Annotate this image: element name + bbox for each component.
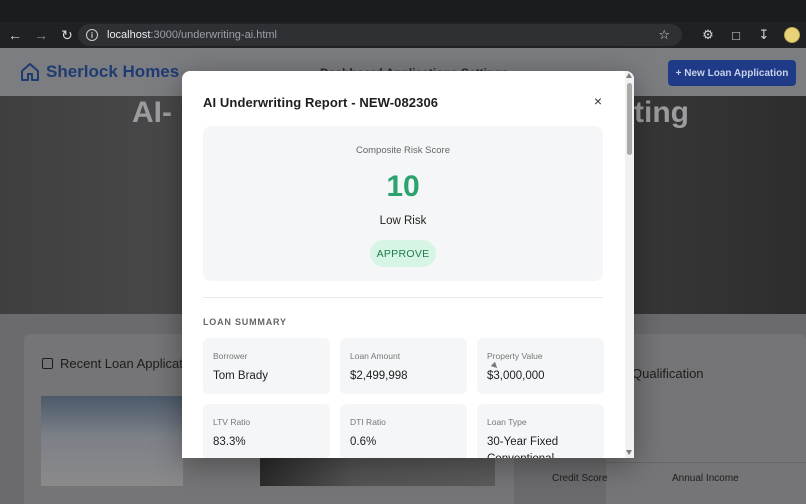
property-thumbnail[interactable]	[41, 396, 183, 486]
reload-icon[interactable]: ↻	[56, 24, 78, 46]
score-value: 10	[386, 170, 420, 203]
forward-icon[interactable]: →	[30, 24, 52, 46]
brand-logo[interactable]: Sherlock Homes	[20, 62, 179, 82]
profile-avatar[interactable]	[784, 27, 800, 43]
qualification-card: Qualification Credit Score Annual Income	[552, 334, 806, 504]
modal-scrollbar[interactable]	[625, 71, 634, 458]
risk-score-panel: Composite Risk Score 10 Low Risk APPROVE	[203, 126, 603, 281]
tile-value: 0.6%	[350, 436, 377, 448]
new-loan-application-button[interactable]: + New Loan Application	[668, 60, 796, 86]
scroll-up-icon[interactable]	[626, 73, 632, 78]
summary-tile-ltv-ratio: LTV Ratio 83.3%	[203, 404, 330, 458]
tab-strip	[0, 0, 806, 22]
col-annual-income: Annual Income	[672, 473, 739, 484]
house-icon	[21, 63, 39, 81]
hero-title-right: ting	[634, 96, 689, 129]
recent-applications-label: Recent Loan Applicat	[60, 356, 183, 371]
address-bar[interactable]: i localhost:3000/underwriting-ai.html ☆	[78, 24, 682, 46]
extensions-icon[interactable]: ⚙	[694, 22, 722, 48]
summary-tile-loan-type: Loan Type 30-Year Fixed Conventional	[477, 404, 604, 458]
browser-toolbar: ← → ↻ i localhost:3000/underwriting-ai.h…	[0, 22, 806, 48]
col-credit-score: Credit Score	[552, 473, 608, 484]
summary-tile-loan-amount: Loan Amount $2,499,998	[340, 338, 467, 394]
tile-label: LTV Ratio	[213, 417, 251, 427]
cast-icon[interactable]: □	[722, 22, 750, 48]
scroll-down-icon[interactable]	[626, 450, 632, 455]
calendar-icon	[42, 358, 53, 369]
close-icon[interactable]: ×	[590, 93, 606, 109]
tile-value: 83.3%	[213, 436, 246, 448]
browser-chrome: ← → ↻ i localhost:3000/underwriting-ai.h…	[0, 0, 806, 48]
modal-title: AI Underwriting Report - NEW-082306	[203, 95, 439, 110]
tile-label: Borrower	[213, 351, 248, 361]
toolbar-actions: ⚙ □ ↧	[694, 22, 806, 48]
tile-label: Property Value	[487, 351, 543, 361]
score-label: Composite Risk Score	[356, 145, 450, 156]
tile-label: DTI Ratio	[350, 417, 386, 427]
tile-value: 30-Year Fixed Conventional	[487, 436, 559, 458]
tile-label: Loan Amount	[350, 351, 401, 361]
bookmark-star-icon[interactable]: ☆	[658, 27, 670, 43]
underwriting-report-modal: AI Underwriting Report - NEW-082306 × Co…	[182, 71, 634, 458]
summary-tile-dti-ratio: DTI Ratio 0.6%	[340, 404, 467, 458]
url-host: localhost	[107, 29, 151, 41]
url-path: :3000/underwriting-ai.html	[150, 29, 277, 41]
recent-applications-title: Recent Loan Applicat	[42, 356, 183, 371]
loan-summary-heading: LOAN SUMMARY	[203, 317, 287, 327]
scroll-thumb[interactable]	[627, 83, 632, 155]
tile-label: Loan Type	[487, 417, 527, 427]
url-text: localhost:3000/underwriting-ai.html	[107, 29, 277, 41]
risk-level: Low Risk	[379, 215, 427, 227]
tile-value: $3,000,000	[487, 370, 545, 382]
tile-value: $2,499,998	[350, 370, 408, 382]
divider	[203, 297, 603, 298]
qualification-columns: Credit Score Annual Income	[552, 462, 806, 484]
hero-title-left: AI-	[132, 96, 172, 129]
tile-value: Tom Brady	[213, 370, 268, 382]
summary-tile-borrower: Borrower Tom Brady	[203, 338, 330, 394]
back-icon[interactable]: ←	[4, 24, 26, 46]
qualification-title: Qualification	[632, 366, 704, 381]
site-info-icon[interactable]: i	[86, 29, 98, 41]
brand-name: Sherlock Homes	[46, 62, 180, 81]
download-icon[interactable]: ↧	[750, 22, 778, 48]
decision-badge: APPROVE	[370, 240, 436, 267]
